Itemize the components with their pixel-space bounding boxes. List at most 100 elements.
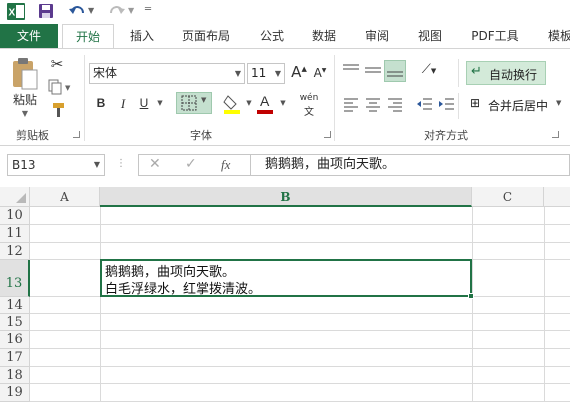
- font-size-value: 11: [251, 66, 267, 80]
- tab-insert[interactable]: 插入: [120, 24, 164, 48]
- divider: [334, 55, 335, 141]
- active-cell-b13[interactable]: 鹅鹅鹅，曲项向天歌。 白毛浮绿水，红掌拨清波。: [100, 259, 474, 299]
- redo-dropdown-icon: ▼: [128, 6, 135, 15]
- row-header-15[interactable]: 15: [0, 314, 30, 331]
- row-header-19[interactable]: 19: [0, 384, 30, 402]
- bold-button[interactable]: B: [95, 96, 107, 110]
- column-header-a[interactable]: A: [30, 187, 100, 207]
- font-launcher-icon[interactable]: [324, 131, 331, 138]
- increase-indent-icon[interactable]: [437, 96, 455, 112]
- font-size-select[interactable]: 11 ▼: [247, 63, 285, 84]
- enter-icon[interactable]: ✓: [185, 156, 197, 172]
- name-box[interactable]: B13 ▼: [7, 154, 105, 176]
- italic-button[interactable]: I: [117, 96, 129, 112]
- gridline: [30, 242, 570, 243]
- align-right-icon[interactable]: [386, 96, 404, 112]
- underline-dropdown-icon[interactable]: ▼: [155, 99, 165, 107]
- align-middle-icon[interactable]: [364, 62, 382, 78]
- font-color-dropdown-icon[interactable]: ▼: [278, 99, 288, 107]
- gridline: [544, 207, 545, 402]
- gridline: [30, 224, 570, 225]
- copy-icon[interactable]: ▼: [48, 79, 72, 95]
- align-bottom-icon: [387, 71, 403, 77]
- borders-icon: [181, 95, 197, 111]
- column-header-d[interactable]: [544, 187, 570, 207]
- merge-center-button[interactable]: ⊞ 合并后居中 ▼: [468, 94, 568, 116]
- orientation-icon[interactable]: ⟋▼: [418, 62, 440, 77]
- borders-button[interactable]: ▼: [176, 92, 212, 114]
- row-header-17[interactable]: 17: [0, 349, 30, 367]
- align-left-icon[interactable]: [342, 96, 360, 112]
- column-header-c[interactable]: C: [472, 187, 544, 207]
- alignment-launcher-icon[interactable]: [552, 131, 559, 138]
- font-color-icon: A: [260, 93, 270, 109]
- fill-dropdown-icon[interactable]: ▼: [244, 99, 254, 107]
- tab-data[interactable]: 数据: [302, 24, 346, 48]
- undo-icon[interactable]: [68, 3, 86, 19]
- select-all-button[interactable]: [0, 187, 30, 207]
- fill-color-icon[interactable]: [222, 93, 244, 115]
- formula-input[interactable]: 鹅鹅鹅，曲项向天歌。: [250, 154, 570, 176]
- tab-formulas[interactable]: 公式: [250, 24, 294, 48]
- tab-templates[interactable]: 模板: [538, 24, 570, 48]
- wrap-text-button[interactable]: ↵ 自动换行: [466, 61, 546, 85]
- underline-button[interactable]: U: [138, 96, 150, 110]
- formula-bar: B13 ▼ ⋮ ✕ ✓ fx 鹅鹅鹅，曲项向天歌。: [0, 146, 570, 186]
- cut-icon[interactable]: ✂: [48, 55, 66, 73]
- font-name-select[interactable]: 宋体 ▼: [89, 63, 245, 84]
- decrease-indent-icon[interactable]: [415, 96, 433, 112]
- phonetic-label: wén: [299, 93, 319, 103]
- undo-dropdown-icon[interactable]: ▼: [88, 6, 94, 15]
- paste-label[interactable]: 粘贴: [10, 91, 40, 108]
- font-color-button[interactable]: A: [257, 93, 275, 115]
- column-header-b[interactable]: B: [100, 187, 472, 207]
- row-header-10[interactable]: 10: [0, 207, 30, 225]
- tab-file[interactable]: 文件: [0, 24, 58, 48]
- chevron-down-icon: ▼: [93, 160, 100, 169]
- row-header-13[interactable]: 13: [0, 260, 30, 297]
- gridline: [30, 313, 570, 314]
- more-options-icon: ⋮: [116, 158, 126, 169]
- ribbon-tabs: 文件 开始 插入 页面布局 公式 数据 审阅 视图 PDF工具 模板: [0, 24, 570, 49]
- customize-icon[interactable]: ═: [145, 4, 151, 15]
- font-color-swatch: [257, 110, 273, 114]
- format-painter-icon[interactable]: [50, 102, 68, 118]
- row-header-18[interactable]: 18: [0, 367, 30, 384]
- chevron-down-icon: ▼: [556, 99, 562, 107]
- name-box-value: B13: [12, 158, 36, 172]
- row-header-14[interactable]: 14: [0, 297, 30, 314]
- clipboard-group-label: 剪贴板: [16, 129, 49, 142]
- font-group-label: 字体: [190, 129, 212, 142]
- redo-icon[interactable]: [108, 3, 126, 19]
- divider: [458, 93, 459, 119]
- row-header-16[interactable]: 16: [0, 331, 30, 349]
- fill-handle[interactable]: [468, 293, 474, 299]
- cancel-icon[interactable]: ✕: [149, 156, 161, 172]
- phonetic-button[interactable]: wén 文: [298, 93, 320, 118]
- chevron-down-icon: ▼: [201, 96, 207, 104]
- save-icon[interactable]: [38, 3, 54, 19]
- tab-home[interactable]: 开始: [62, 24, 114, 49]
- row-header-11[interactable]: 11: [0, 225, 30, 243]
- align-center-icon[interactable]: [364, 96, 382, 112]
- tab-view[interactable]: 视图: [408, 24, 452, 48]
- tab-page-layout[interactable]: 页面布局: [172, 24, 240, 48]
- align-bottom-button[interactable]: [384, 60, 406, 82]
- excel-logo-icon: X: [7, 3, 25, 20]
- wrap-text-label: 自动换行: [489, 68, 538, 82]
- paste-icon[interactable]: [10, 57, 40, 91]
- grow-font-button[interactable]: A▲: [291, 63, 307, 81]
- ribbon-home: 粘贴 ▼ ✂ ▼ 剪贴板 宋体 ▼ 11 ▼ A▲ A▼ B I U ▼ ▼ ▼: [0, 48, 570, 146]
- formula-controls: ✕ ✓ fx: [138, 154, 250, 176]
- clipboard-launcher-icon[interactable]: [73, 131, 80, 138]
- insert-function-icon[interactable]: fx: [221, 157, 230, 173]
- tab-pdf-tools[interactable]: PDF工具: [462, 24, 528, 48]
- grow-font-label: A: [291, 63, 302, 81]
- shrink-font-button[interactable]: A▼: [313, 66, 327, 80]
- paste-dropdown-icon[interactable]: ▼: [16, 109, 34, 118]
- quick-access-toolbar: X ▼ ▼ ═: [0, 0, 570, 24]
- cell-text-line-2: 白毛浮绿水，红掌拨清波。: [105, 282, 262, 297]
- row-header-12[interactable]: 12: [0, 243, 30, 260]
- tab-review[interactable]: 审阅: [355, 24, 399, 48]
- align-top-icon[interactable]: [342, 62, 360, 78]
